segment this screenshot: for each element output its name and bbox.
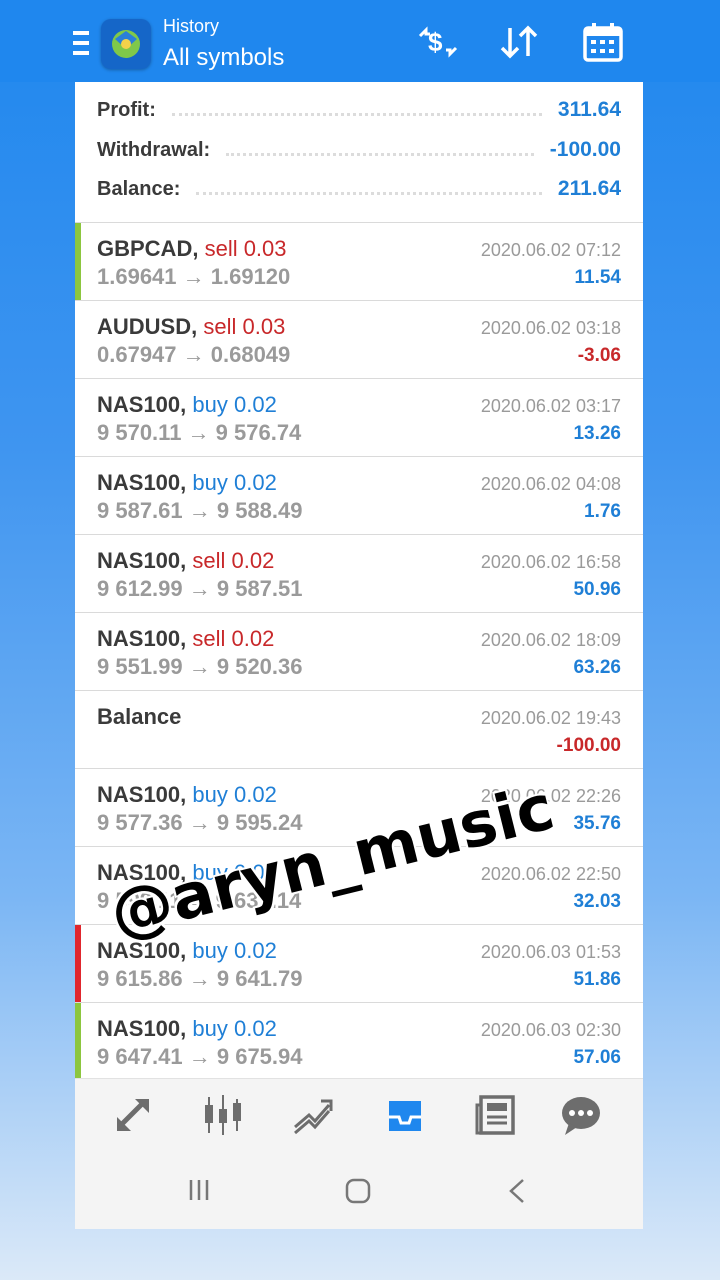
trade-status-bar	[75, 223, 81, 300]
svg-text:$: $	[428, 27, 443, 57]
trade-symbol: NAS100, sell 0.02	[97, 626, 275, 651]
trade-profit: 57.06	[573, 1047, 621, 1068]
balance-label: Balance:	[97, 177, 181, 200]
trade-side: buy 0.02	[192, 938, 277, 963]
history-panel: Profit: 311.64 Withdrawal: -100.00 Balan…	[75, 82, 643, 1229]
trade-row[interactable]: NAS100, sell 0.02 9 551.99 → 9 520.36 20…	[75, 613, 643, 691]
trade-profit: 32.03	[573, 891, 621, 912]
calendar-icon[interactable]	[582, 22, 624, 64]
trade-prices: 1.69641 → 1.69120	[97, 264, 291, 289]
history-icon[interactable]	[383, 1093, 427, 1137]
trade-symbol: NAS100, buy 0.02	[97, 470, 277, 495]
profit-value: 311.64	[557, 98, 621, 121]
trade-date: 2020.06.02 22:50	[480, 864, 621, 884]
withdrawal-row: Withdrawal: -100.00	[97, 135, 621, 165]
withdrawal-value: -100.00	[549, 138, 621, 161]
dotted-leader	[196, 191, 542, 195]
trade-status-bar	[75, 925, 81, 1002]
system-navigation	[75, 1150, 643, 1229]
trade-symbol: AUDUSD, sell 0.03	[97, 314, 286, 339]
app-logo	[101, 19, 151, 69]
trade-side: buy 0.02	[192, 470, 277, 495]
trade-date: 2020.06.03 01:53	[480, 942, 621, 962]
quotes-icon[interactable]	[111, 1093, 155, 1137]
trade-date: 2020.06.02 19:43	[480, 708, 621, 728]
trade-symbol: NAS100, sell 0.02	[97, 548, 275, 573]
trade-date: 2020.06.03 02:30	[480, 1020, 621, 1040]
trade-date: 2020.06.02 07:12	[480, 240, 621, 260]
app-bar: History All symbols $	[0, 0, 720, 82]
trade-side: sell 0.02	[192, 626, 275, 651]
trade-prices: 9 570.11 → 9 576.74	[97, 420, 302, 445]
trade-row[interactable]: NAS100, buy 0.02 9 587.61 → 9 588.49 202…	[75, 457, 643, 535]
trade-side: sell 0.03	[204, 236, 287, 261]
sort-icon[interactable]	[498, 22, 542, 62]
history-summary: Profit: 311.64 Withdrawal: -100.00 Balan…	[75, 82, 643, 223]
trade-side: buy 0.02	[192, 1016, 277, 1041]
trade-prices: 0.67947 → 0.68049	[97, 342, 291, 367]
trade-profit: 13.26	[573, 423, 621, 444]
screen-title-symbols[interactable]: All symbols	[163, 44, 284, 72]
home-icon[interactable]	[345, 1178, 371, 1204]
trade-row[interactable]: AUDUSD, sell 0.03 0.67947 → 0.68049 2020…	[75, 301, 643, 379]
trade-prices: 9 612.99 → 9 587.51	[97, 576, 303, 601]
dotted-leader	[226, 152, 534, 156]
screen-title-small: History	[163, 16, 220, 36]
withdrawal-label: Withdrawal:	[97, 138, 211, 161]
bottom-navigation	[75, 1078, 643, 1151]
profit-label: Profit:	[97, 98, 156, 121]
trade-date: 2020.06.02 04:08	[480, 474, 621, 494]
balance-row: Balance: 211.64	[97, 174, 621, 204]
trade-row[interactable]: NAS100, buy 0.02 9 647.41 → 9 675.94 202…	[75, 1003, 643, 1081]
trade-profit: 63.26	[573, 657, 621, 678]
trade-prices: 9 587.61 → 9 588.49	[97, 498, 303, 523]
trade-profit: 11.54	[574, 267, 622, 288]
trade-side: buy 0.02	[192, 782, 277, 807]
balance-operation-row[interactable]: Balance 2020.06.02 19:43 -100.00	[75, 691, 643, 769]
trade-row[interactable]: NAS100, buy 0.02 9 570.11 → 9 576.74 202…	[75, 379, 643, 457]
trade-row[interactable]: NAS100, sell 0.02 9 612.99 → 9 587.51 20…	[75, 535, 643, 613]
trade-profit: 50.96	[573, 579, 621, 600]
deposit-filter-icon[interactable]: $	[416, 22, 460, 62]
trade-row[interactable]: GBPCAD, sell 0.03 1.69641 → 1.69120 2020…	[75, 223, 643, 301]
trade-profit: 51.86	[573, 969, 621, 990]
chat-icon[interactable]	[559, 1093, 603, 1137]
trade-side: sell 0.02	[192, 548, 275, 573]
trade-symbol: NAS100, buy 0.02	[97, 782, 277, 807]
trade-date: 2020.06.02 03:17	[480, 396, 621, 416]
trade-side: buy 0.02	[192, 392, 277, 417]
trade-profit: 1.76	[584, 501, 621, 522]
trade-icon[interactable]	[291, 1093, 335, 1137]
trade-profit: 35.76	[573, 813, 621, 834]
trade-profit: -3.06	[577, 345, 621, 366]
menu-icon[interactable]	[73, 31, 91, 57]
trade-symbol: NAS100, buy 0.02	[97, 392, 277, 417]
trade-side: sell 0.03	[203, 314, 286, 339]
trade-symbol: NAS100, buy 0.02	[97, 1016, 277, 1041]
news-icon[interactable]	[473, 1093, 517, 1137]
trade-prices: 9 551.99 → 9 520.36	[97, 654, 303, 679]
trade-prices: 9 577.36 → 9 595.24	[97, 810, 303, 835]
trade-prices: 9 615.86 → 9 641.79	[97, 966, 303, 991]
recent-apps-icon[interactable]	[187, 1178, 211, 1202]
chart-icon[interactable]	[201, 1093, 245, 1137]
trade-date: 2020.06.02 03:18	[480, 318, 621, 338]
profit-row: Profit: 311.64	[97, 95, 621, 125]
trade-date: 2020.06.02 18:09	[480, 630, 621, 650]
dotted-leader	[171, 112, 542, 116]
trade-prices: 9 647.41 → 9 675.94	[97, 1044, 303, 1069]
trade-symbol: GBPCAD, sell 0.03	[97, 236, 287, 261]
trade-date: 2020.06.02 16:58	[480, 552, 621, 572]
trade-symbol: Balance	[97, 704, 182, 729]
trade-status-bar	[75, 1003, 81, 1080]
back-icon[interactable]	[507, 1178, 527, 1204]
balance-value: 211.64	[557, 177, 621, 200]
trade-profit: -100.00	[556, 735, 621, 756]
